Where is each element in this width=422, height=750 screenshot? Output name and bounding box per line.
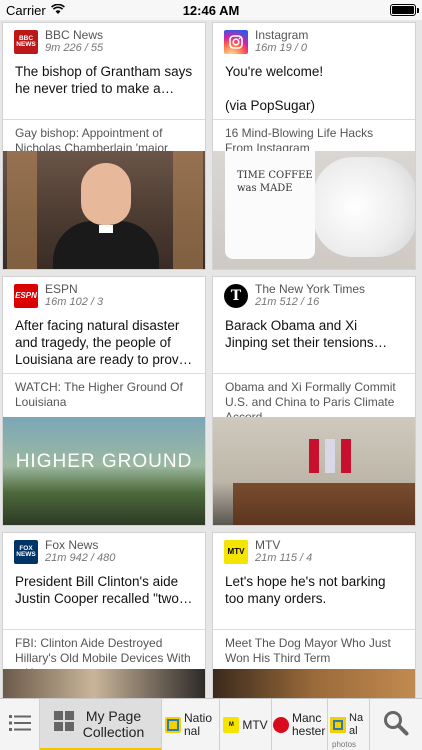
card-headline[interactable]: Barack Obama and Xi Jinping set their te… bbox=[213, 311, 415, 373]
coffee-cup-photo[interactable]: TIME COFFEE was MADE bbox=[213, 151, 415, 269]
card-meta: 21m 942 / 480 bbox=[45, 552, 116, 564]
fox-news-logo-icon: FOX NEWS bbox=[14, 540, 38, 564]
search-button[interactable] bbox=[370, 699, 422, 750]
news-card[interactable]: ESPN ESPN 16m 102 / 3 After facing natur… bbox=[2, 276, 206, 526]
national-geographic-icon bbox=[330, 717, 346, 733]
bbc-news-logo-icon: BBC NEWS bbox=[14, 30, 38, 54]
tab-national[interactable]: National bbox=[162, 699, 220, 750]
grid-icon bbox=[53, 711, 74, 736]
hamburger-icon bbox=[8, 714, 31, 737]
card-meta: 16m 19 / 0 bbox=[255, 42, 307, 54]
status-bar: Carrier 12:46 AM bbox=[0, 0, 422, 20]
mtv-logo-icon: MTV bbox=[224, 540, 248, 564]
flooded-street-photo[interactable]: HIGHER GROUND bbox=[3, 417, 205, 525]
battery-icon bbox=[390, 4, 419, 16]
card-headline[interactable]: You're welcome! (via PopSugar) bbox=[213, 57, 415, 119]
news-card[interactable]: T The New York Times 21m 512 / 16 Barack… bbox=[212, 276, 416, 526]
tab-my-page-collection[interactable]: My Page Collection bbox=[40, 699, 162, 750]
news-card[interactable]: FOX NEWS Fox News 21m 942 / 480 Presiden… bbox=[2, 532, 206, 698]
card-header: MTV MTV 21m 115 / 4 bbox=[213, 533, 415, 567]
mtv-icon: M bbox=[223, 717, 240, 733]
clinton-photo[interactable] bbox=[3, 669, 205, 698]
source-name: BBC News bbox=[45, 28, 104, 42]
national-geographic-icon bbox=[165, 717, 181, 733]
card-header: ESPN ESPN 16m 102 / 3 bbox=[3, 277, 205, 311]
news-card[interactable]: BBC NEWS BBC News 9m 226 / 55 The bishop… bbox=[2, 22, 206, 270]
cup-text: TIME COFFEE was MADE bbox=[237, 170, 313, 194]
tab-label: MTV bbox=[242, 717, 268, 732]
tab-manchester[interactable]: Manchester bbox=[272, 699, 328, 750]
espn-logo-icon: ESPN bbox=[14, 284, 38, 308]
news-card[interactable]: MTV MTV 21m 115 / 4 Let's hope he's not … bbox=[212, 532, 416, 698]
summit-meeting-photo[interactable] bbox=[213, 417, 415, 525]
card-header: FOX NEWS Fox News 21m 942 / 480 bbox=[3, 533, 205, 567]
news-card[interactable]: Instagram 16m 19 / 0 You're welcome! (vi… bbox=[212, 22, 416, 270]
nyt-logo-icon: T bbox=[224, 284, 248, 308]
tab-label: Na al bbox=[349, 712, 364, 737]
card-headline[interactable]: President Bill Clinton's aide Justin Coo… bbox=[3, 567, 205, 629]
source-name: MTV bbox=[255, 538, 281, 552]
card-headline[interactable]: After facing natural disaster and traged… bbox=[3, 311, 205, 373]
tab-label: My Page Collection bbox=[82, 707, 145, 740]
manchester-united-crest-icon bbox=[273, 717, 289, 733]
search-icon bbox=[383, 710, 409, 741]
video-title-overlay: HIGHER GROUND bbox=[15, 451, 193, 472]
card-meta: 21m 115 / 4 bbox=[255, 552, 313, 564]
card-headline[interactable]: Let's hope he's not barking too many ord… bbox=[213, 567, 415, 629]
card-meta: 9m 226 / 55 bbox=[45, 42, 104, 54]
card-header: T The New York Times 21m 512 / 16 bbox=[213, 277, 415, 311]
source-name: ESPN bbox=[45, 282, 78, 296]
instagram-logo-icon bbox=[224, 30, 248, 54]
tab-bar: My Page Collection National M MTV Manche… bbox=[0, 698, 422, 750]
card-meta: 16m 102 / 3 bbox=[45, 296, 104, 308]
status-time: 12:46 AM bbox=[182, 3, 240, 18]
source-name: Instagram bbox=[255, 28, 309, 42]
card-meta: 21m 512 / 16 bbox=[255, 296, 320, 308]
bishop-photo[interactable] bbox=[3, 151, 205, 269]
news-feed[interactable]: BBC NEWS BBC News 9m 226 / 55 The bishop… bbox=[0, 20, 422, 698]
card-headline[interactable]: The bishop of Grantham says he never tri… bbox=[3, 57, 205, 119]
dog-photo[interactable] bbox=[213, 669, 415, 698]
card-header: BBC NEWS BBC News 9m 226 / 55 bbox=[3, 23, 205, 57]
menu-button[interactable] bbox=[0, 699, 40, 750]
tab-sublabel: photos bbox=[332, 740, 357, 749]
source-name: Fox News bbox=[45, 538, 99, 552]
card-header: Instagram 16m 19 / 0 bbox=[213, 23, 415, 57]
tab-label: Manchester bbox=[292, 711, 326, 738]
tab-label: National bbox=[184, 711, 213, 738]
tab-mtv[interactable]: M MTV bbox=[220, 699, 272, 750]
source-name: The New York Times bbox=[255, 282, 366, 296]
tab-national-photos[interactable]: Na al photos bbox=[328, 699, 370, 750]
